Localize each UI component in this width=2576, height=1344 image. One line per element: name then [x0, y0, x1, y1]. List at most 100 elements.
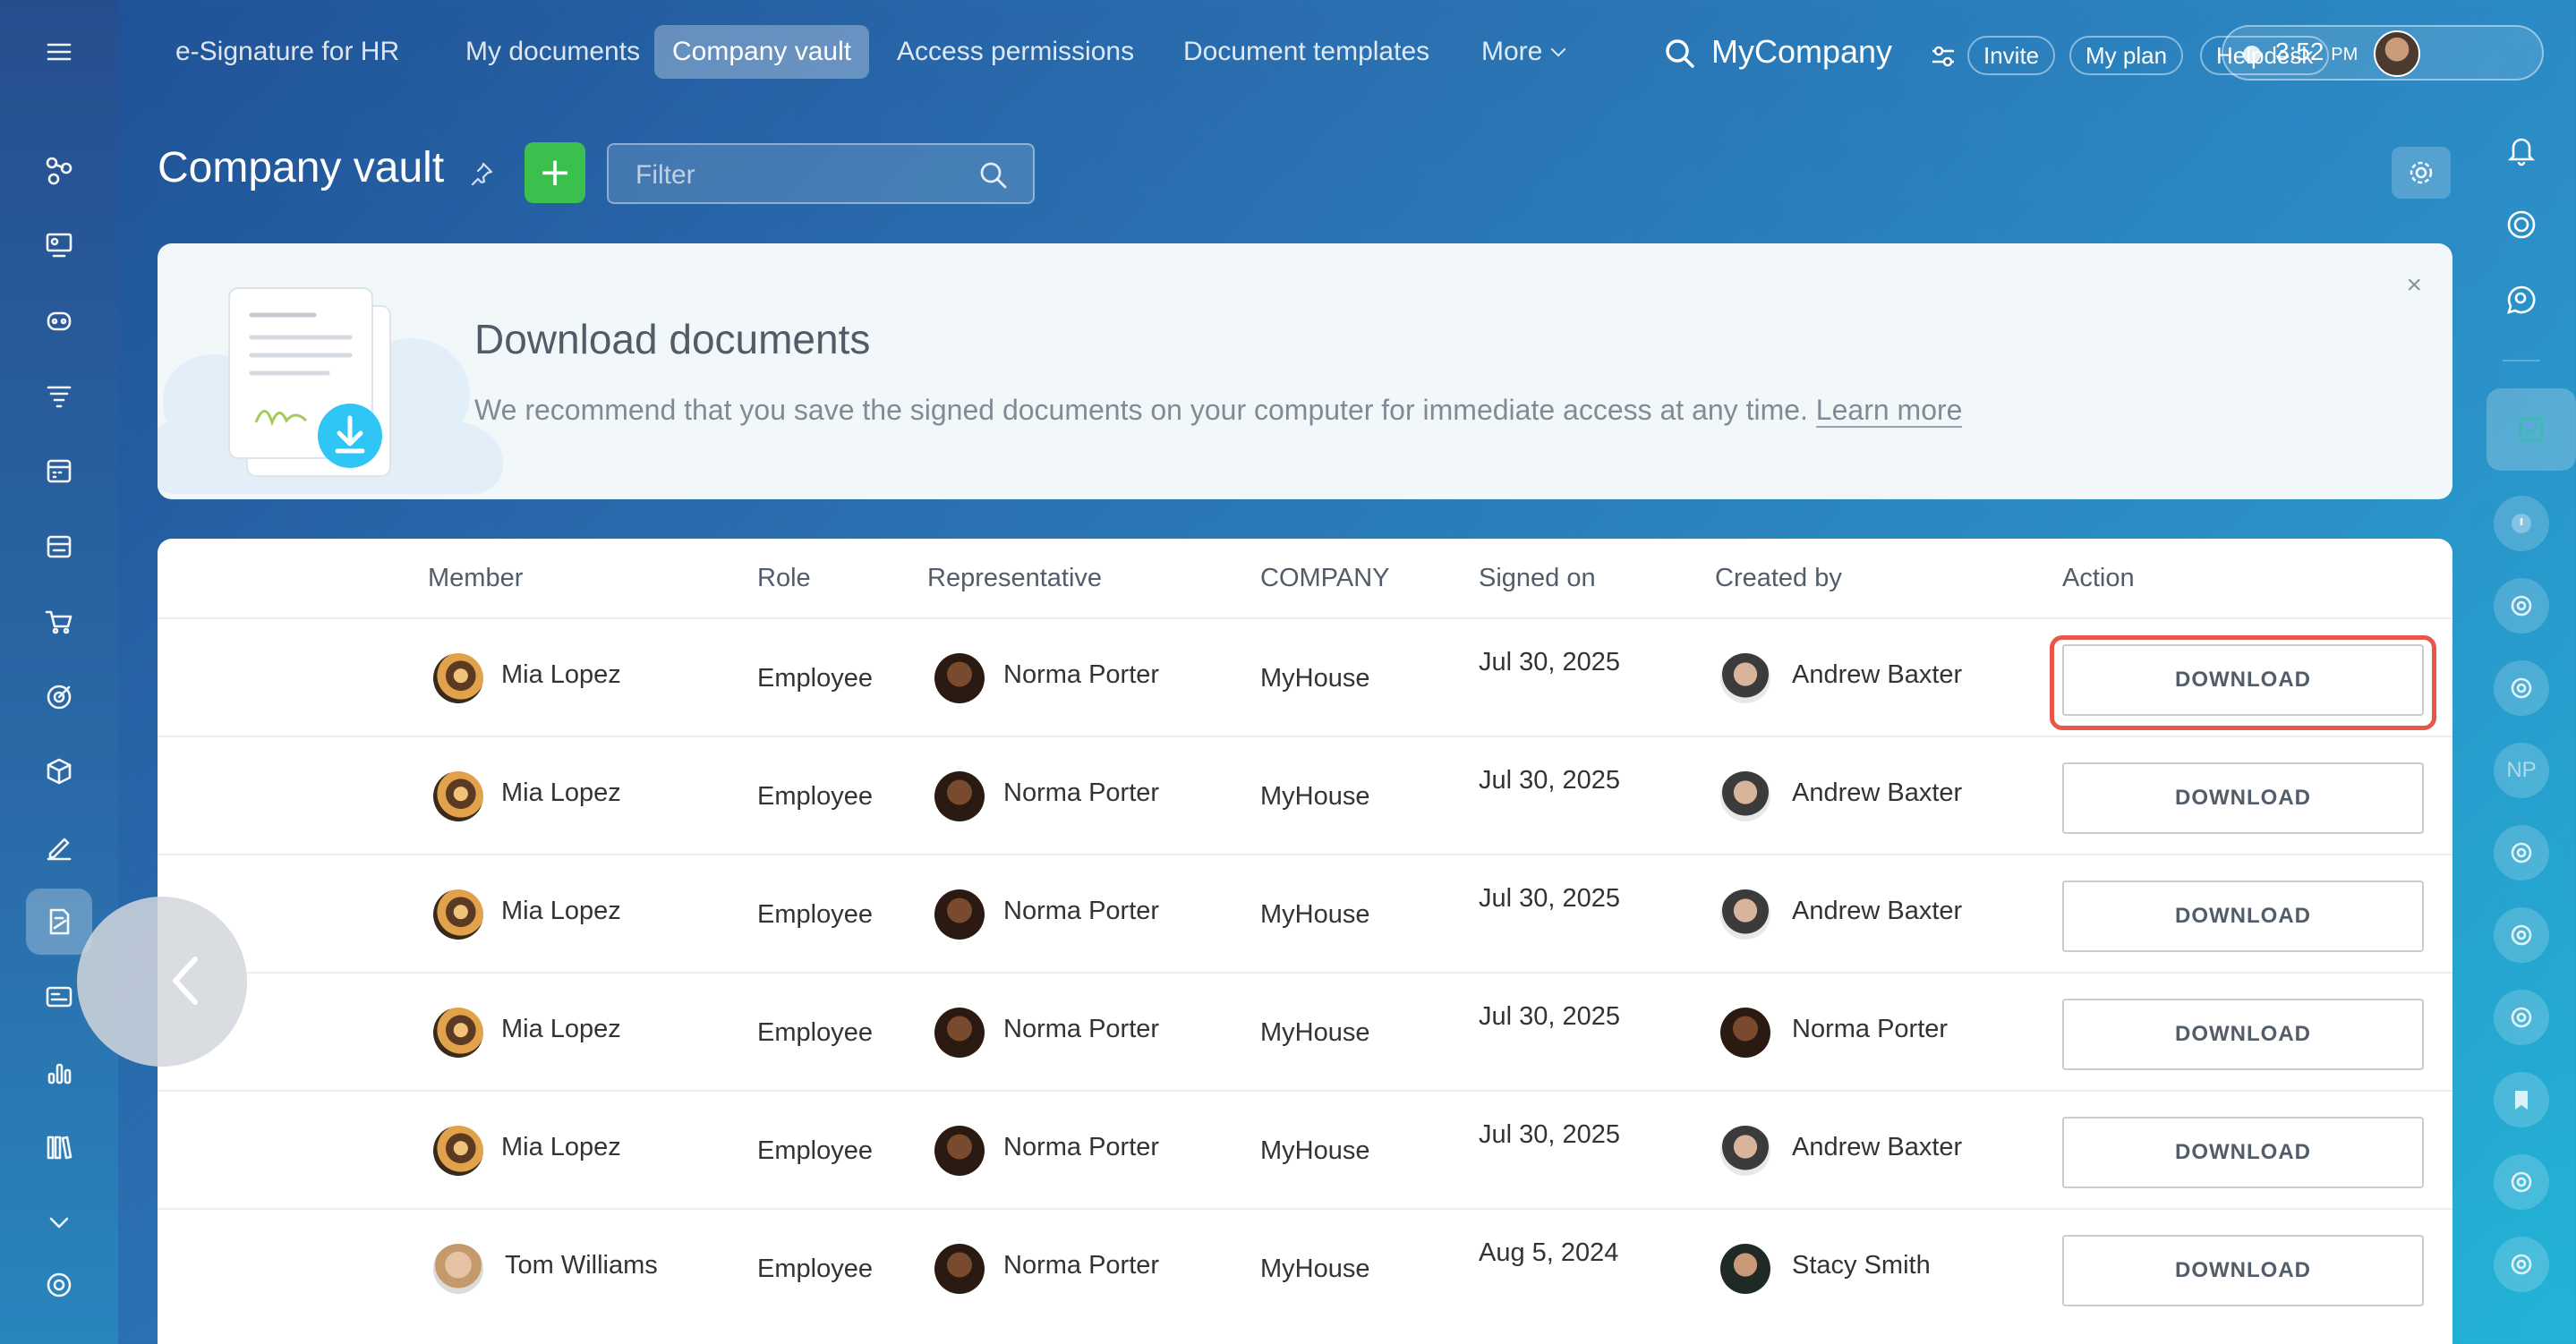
- cart-icon[interactable]: [32, 594, 86, 648]
- channel-icon-2[interactable]: [2494, 660, 2549, 716]
- page-title: Company vault: [158, 144, 445, 191]
- table-row[interactable]: Mia Lopez Employee Norma Porter MyHouse …: [158, 736, 2452, 854]
- download-banner: Download documents We recommend that you…: [158, 243, 2452, 499]
- table-row[interactable]: Mia Lopez Employee Norma Porter MyHouse …: [158, 972, 2452, 1090]
- member-name[interactable]: Mia Lopez: [501, 1133, 621, 1162]
- right-sidebar: NP: [2467, 104, 2576, 1344]
- company-name[interactable]: MyCompany: [1711, 25, 1892, 79]
- representative-name[interactable]: Norma Porter: [1003, 1015, 1159, 1044]
- role: Employee: [757, 664, 873, 693]
- representative-name[interactable]: Norma Porter: [1003, 660, 1159, 690]
- channel-icon-5[interactable]: [2494, 990, 2549, 1045]
- back-button[interactable]: [77, 897, 247, 1067]
- created-by-name[interactable]: Andrew Baxter: [1792, 897, 1962, 926]
- crm-icon[interactable]: [32, 143, 86, 197]
- tab-more[interactable]: More: [1463, 25, 1582, 79]
- store-icon[interactable]: [32, 519, 86, 573]
- invite-button[interactable]: Invite: [1967, 36, 2056, 75]
- created-by-name[interactable]: Norma Porter: [1792, 1015, 1948, 1044]
- filter-box[interactable]: [607, 143, 1035, 204]
- collab-icon[interactable]: [32, 218, 86, 272]
- member-name[interactable]: Mia Lopez: [501, 778, 621, 808]
- signed-date: Jul 30, 2025: [1479, 884, 1621, 913]
- member-name[interactable]: Tom Williams: [505, 1251, 658, 1280]
- add-button[interactable]: +: [525, 142, 585, 203]
- column-header-representative[interactable]: Representative: [927, 564, 1102, 593]
- chat-search-icon[interactable]: [2494, 272, 2549, 327]
- search-icon[interactable]: [977, 159, 1010, 191]
- chevron-down-icon[interactable]: [32, 1195, 86, 1249]
- member-name[interactable]: Mia Lopez: [501, 660, 621, 690]
- channel-icon-3[interactable]: [2494, 825, 2549, 880]
- analytics-icon[interactable]: [32, 1045, 86, 1099]
- funnel-icon[interactable]: [32, 369, 86, 422]
- settings-button[interactable]: [2392, 147, 2451, 199]
- menu-icon[interactable]: [32, 25, 86, 79]
- library-icon[interactable]: [32, 1120, 86, 1174]
- representative-name[interactable]: Norma Porter: [1003, 1133, 1159, 1162]
- tab-esignature-hr[interactable]: e-Signature for HR: [158, 25, 417, 79]
- info-icon[interactable]: [2494, 496, 2549, 551]
- download-button[interactable]: DOWNLOAD: [2062, 999, 2424, 1070]
- tab-my-documents[interactable]: My documents: [448, 25, 658, 79]
- bell-icon[interactable]: [2494, 122, 2549, 177]
- user-avatar[interactable]: [2374, 30, 2420, 77]
- left-sidebar: [0, 0, 118, 1344]
- download-button[interactable]: DOWNLOAD: [2062, 1235, 2424, 1306]
- column-header-signed-on[interactable]: Signed on: [1479, 564, 1596, 593]
- calendar-icon[interactable]: [32, 444, 86, 498]
- column-header-member[interactable]: Member: [428, 564, 523, 593]
- created-by-name[interactable]: Andrew Baxter: [1792, 778, 1962, 808]
- tab-document-templates[interactable]: Document templates: [1165, 25, 1447, 79]
- tasks-shortcut[interactable]: [2486, 388, 2576, 471]
- tab-company-vault[interactable]: Company vault: [654, 25, 870, 79]
- stream-icon[interactable]: [2494, 197, 2549, 252]
- download-button[interactable]: DOWNLOAD: [2062, 1117, 2424, 1188]
- signed-date: Jul 30, 2025: [1479, 1002, 1621, 1031]
- role: Employee: [757, 900, 873, 929]
- column-header-company[interactable]: COMPANY: [1260, 564, 1389, 593]
- channel-icon-6[interactable]: [2494, 1154, 2549, 1210]
- learn-more-link[interactable]: Learn more: [1815, 394, 1963, 428]
- channel-icon-1[interactable]: [2494, 578, 2549, 634]
- esign-hr-icon[interactable]: [26, 889, 92, 955]
- contact-initials-avatar[interactable]: NP: [2494, 743, 2549, 798]
- representative-name[interactable]: Norma Porter: [1003, 778, 1159, 808]
- target-icon[interactable]: [32, 669, 86, 723]
- column-header-created-by[interactable]: Created by: [1715, 564, 1842, 593]
- clock-time: 3:52 PM: [2275, 38, 2358, 66]
- representative-name[interactable]: Norma Porter: [1003, 1251, 1159, 1280]
- member-name[interactable]: Mia Lopez: [501, 1015, 621, 1044]
- representative-name[interactable]: Norma Porter: [1003, 897, 1159, 926]
- table-row[interactable]: Mia Lopez Employee Norma Porter MyHouse …: [158, 854, 2452, 972]
- bookmark-icon[interactable]: [2494, 1072, 2549, 1127]
- filter-input[interactable]: [635, 157, 958, 193]
- channel-icon-7[interactable]: [2494, 1237, 2549, 1292]
- close-icon[interactable]: ×: [2406, 270, 2422, 301]
- created-by-name[interactable]: Stacy Smith: [1792, 1251, 1931, 1280]
- created-by-name[interactable]: Andrew Baxter: [1792, 660, 1962, 690]
- download-button[interactable]: DOWNLOAD: [2062, 880, 2424, 952]
- avatar: [934, 1008, 985, 1058]
- column-header-role[interactable]: Role: [757, 564, 811, 593]
- pin-icon[interactable]: [467, 159, 496, 188]
- company-name-cell: MyHouse: [1260, 1255, 1370, 1283]
- download-button[interactable]: DOWNLOAD: [2062, 762, 2424, 834]
- created-by-name[interactable]: Andrew Baxter: [1792, 1133, 1962, 1162]
- add-button-label: +: [538, 149, 572, 195]
- box-icon[interactable]: [32, 744, 86, 798]
- my-plan-button[interactable]: My plan: [2069, 36, 2184, 75]
- gear-icon[interactable]: [32, 1258, 86, 1312]
- table-row[interactable]: Tom Williams Employee Norma Porter MyHou…: [158, 1208, 2452, 1326]
- tab-access-permissions[interactable]: Access permissions: [879, 25, 1152, 79]
- search-icon[interactable]: [1662, 36, 1698, 72]
- work-day-clock[interactable]: 3:52 PM: [2222, 25, 2544, 81]
- channel-icon-4[interactable]: [2494, 907, 2549, 963]
- checkbox-icon: [2519, 417, 2544, 442]
- avatar: [1720, 889, 1770, 940]
- sliders-icon[interactable]: [1928, 41, 1958, 72]
- copilot-icon[interactable]: [32, 293, 86, 347]
- table-row[interactable]: Mia Lopez Employee Norma Porter MyHouse …: [158, 1090, 2452, 1208]
- member-name[interactable]: Mia Lopez: [501, 897, 621, 926]
- signature-icon[interactable]: [32, 820, 86, 873]
